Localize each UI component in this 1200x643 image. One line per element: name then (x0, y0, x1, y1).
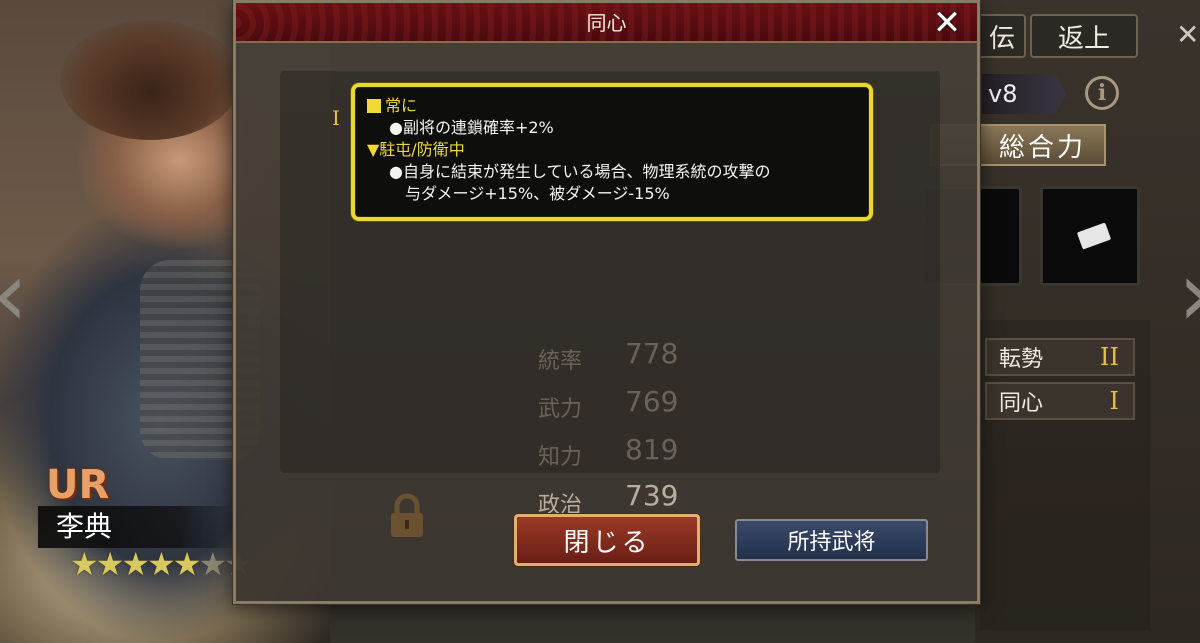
skill-rank: II (1100, 343, 1119, 371)
star-icon: ★ (95, 545, 125, 583)
stat-value: 739 (625, 479, 679, 512)
stat-value: 819 (625, 433, 679, 466)
skill-tooltip: 常に ●副将の連鎖確率+2% ▼駐屯/防衛中 ●自身に結束が発生している場合、物… (351, 83, 873, 221)
tooltip-section-header: 常に (367, 95, 857, 117)
close-button[interactable]: 閉じる (514, 514, 700, 566)
owned-generals-button[interactable]: 所持武将 (735, 519, 928, 561)
stat-label: 統率 (538, 349, 583, 374)
section-title: ▼駐屯/防衛中 (367, 140, 465, 159)
stat-label: 知力 (538, 445, 583, 470)
square-bullet-icon (367, 99, 381, 113)
equipment-slot[interactable] (1040, 186, 1140, 286)
info-icon[interactable]: i (1085, 76, 1119, 110)
return-button[interactable]: 返上 (1030, 14, 1138, 58)
general-name: 李典 (38, 506, 238, 548)
star-rating: ★★★★★★★ (70, 545, 253, 583)
skill-button[interactable]: 同心 I (985, 382, 1135, 420)
skill-button[interactable]: 転勢 II (985, 338, 1135, 376)
tooltip-line: ●副将の連鎖確率+2% (389, 118, 554, 137)
next-general-arrow-icon[interactable]: › (1178, 250, 1200, 340)
stat-value: 769 (625, 385, 679, 418)
level-badge: v8 (982, 74, 1066, 114)
scroll-icon (1076, 222, 1112, 250)
lock-icon (391, 493, 423, 537)
modal-title: 同心 (586, 11, 627, 35)
section-title: 常に (385, 96, 418, 115)
rarity-badge: UR (46, 462, 110, 508)
star-icon: ★ (121, 545, 150, 583)
skill-rank: I (1109, 387, 1119, 415)
close-icon[interactable]: ✕ (1176, 18, 1199, 51)
skill-name: 同心 (999, 391, 1044, 416)
skill-name: 転勢 (999, 347, 1044, 372)
star-icon: ★ (70, 545, 99, 583)
stat-value: 778 (625, 337, 679, 370)
tab-partial[interactable]: 伝 (978, 14, 1026, 58)
close-icon[interactable]: ✕ (929, 5, 965, 41)
star-icon: ★ (198, 545, 227, 583)
tooltip-line: ●自身に結束が発生している場合、物理系統の攻撃の (389, 162, 771, 181)
stat-label: 武力 (538, 397, 583, 422)
tooltip-line: 与ダメージ+15%、被ダメージ-15% (405, 184, 670, 203)
star-icon: ★ (147, 545, 176, 583)
prev-general-arrow-icon[interactable]: ‹ (0, 250, 28, 340)
tooltip-section-header: ▼駐屯/防衛中 (367, 139, 857, 161)
star-icon: ★ (172, 545, 202, 583)
skill-rank-marker: I (332, 106, 340, 130)
